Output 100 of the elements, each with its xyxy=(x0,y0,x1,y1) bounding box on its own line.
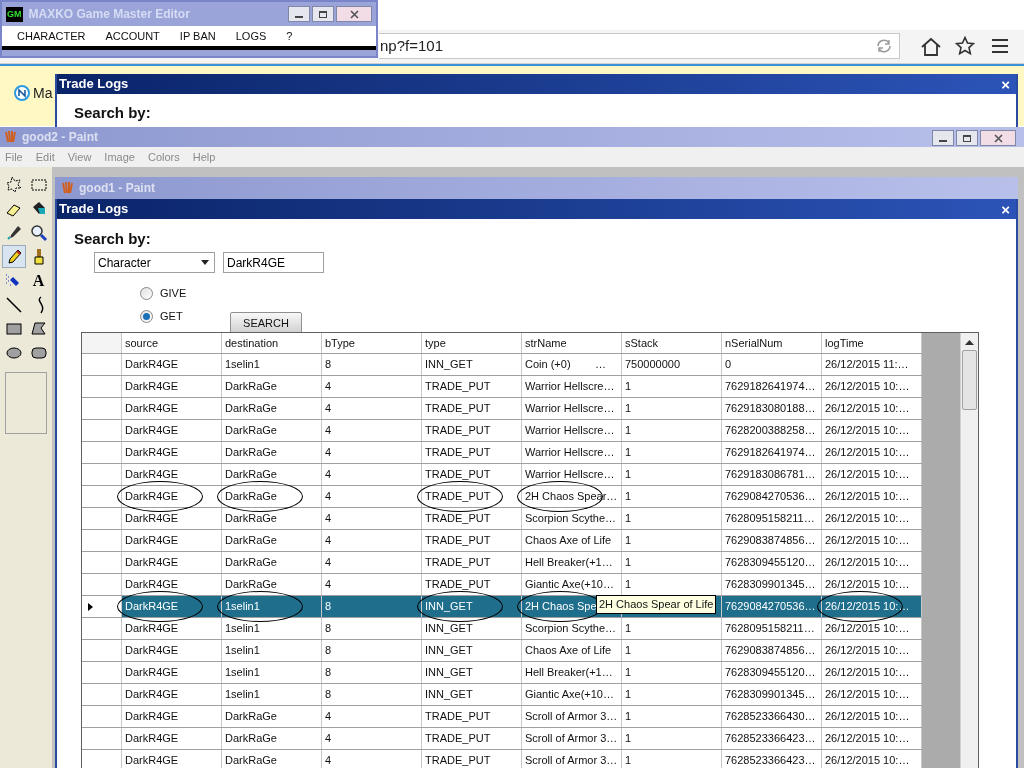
table-cell: 1 xyxy=(622,464,722,485)
table-row[interactable]: DarkR4GE DarkRaGe 4 TRADE_PUT Scroll of Armor 3… 1 7628523366423… 26/12/2015 10:… xyxy=(82,728,922,750)
table-cell: 7628200388258… xyxy=(722,420,822,441)
table-cell: Scroll of Armor 3… xyxy=(522,728,622,749)
table-row[interactable]: DarkR4GE 1selin1 8 INN_GET Hell Breaker(+1… 1 7628309455120… 26/12/2015 10:… xyxy=(82,662,922,684)
table-cell: INN_GET xyxy=(422,662,522,683)
table-row[interactable]: DarkR4GE DarkRaGe 4 TRADE_PUT Warrior Hellscre… 1 7629182641974… 26/12/2015 10:… xyxy=(82,376,922,398)
table-cell: 7629084270536… xyxy=(722,486,822,507)
table-cell: Scroll of Armor 3… xyxy=(522,750,622,768)
close-button[interactable] xyxy=(980,130,1016,146)
table-cell: 4 xyxy=(322,706,422,727)
column-header[interactable]: sStack xyxy=(625,334,658,352)
window-title: MAXKO Game Master Editor xyxy=(28,6,190,23)
table-row[interactable]: DarkR4GE DarkRaGe 4 TRADE_PUT Warrior Hellscre… 1 7629182641974… 26/12/2015 10:… xyxy=(82,442,922,464)
scroll-thumb[interactable] xyxy=(962,350,977,410)
radio-button[interactable] xyxy=(140,286,153,300)
column-header[interactable]: nSerialNum xyxy=(725,334,783,352)
scrollbar[interactable] xyxy=(960,333,978,768)
menu-item[interactable]: ACCOUNT xyxy=(105,27,160,45)
table-cell: DarkRaGe xyxy=(222,750,322,768)
close-button[interactable]: × xyxy=(1001,76,1010,92)
maximize-button[interactable] xyxy=(956,130,978,146)
minimize-button[interactable] xyxy=(288,6,310,22)
radio-button[interactable] xyxy=(140,309,153,323)
table-cell: 1 xyxy=(622,684,722,705)
magnifier-tool-icon[interactable] xyxy=(28,222,49,243)
window-title: Trade Logs xyxy=(59,75,129,94)
table-row[interactable]: DarkR4GE DarkRaGe 4 TRADE_PUT Warrior Hellscre… 1 7629183086781… 26/12/2015 10:… xyxy=(82,464,922,486)
address-field[interactable]: np?f=101 xyxy=(379,33,900,59)
scroll-up-icon[interactable] xyxy=(965,340,974,345)
home-icon[interactable] xyxy=(920,37,942,57)
table-row[interactable]: DarkR4GE DarkRaGe 4 TRADE_PUT Hell Breaker(+1… 1 7628309455120… 26/12/2015 10:… xyxy=(82,552,922,574)
table-row[interactable]: DarkR4GE DarkRaGe 4 TRADE_PUT Warrior Hellscre… 1 7628200388258… 26/12/2015 10:… xyxy=(82,420,922,442)
search-by-dropdown[interactable]: Character xyxy=(94,252,215,273)
close-button[interactable]: × xyxy=(1001,201,1010,217)
text-tool-icon[interactable]: A xyxy=(32,272,45,289)
table-cell: TRADE_PUT xyxy=(422,750,522,768)
table-row[interactable]: DarkR4GE 1selin1 8 INN_GET 2H Chaos Spe 2H Chaos Spear of Life 7629084270536… 26/12/2015 10:… xyxy=(82,596,922,618)
column-header[interactable]: strName xyxy=(525,334,567,352)
table-cell: Hell Breaker(+1… xyxy=(522,662,622,683)
table-cell: Hell Breaker(+1… xyxy=(522,552,622,573)
table-cell: 7629183080188… xyxy=(722,398,822,419)
menu-item[interactable]: CHARACTER xyxy=(17,27,86,45)
table-cell: TRADE_PUT xyxy=(422,530,522,551)
free-select-tool-icon[interactable] xyxy=(4,174,24,195)
column-header[interactable]: destination xyxy=(225,334,279,352)
menu-item[interactable]: LOGS xyxy=(235,27,267,45)
table-cell: DarkRaGe xyxy=(222,398,322,419)
column-header[interactable]: logTime xyxy=(825,334,864,352)
table-cell: TRADE_PUT xyxy=(422,420,522,441)
star-icon[interactable] xyxy=(955,36,975,56)
table-cell: 7628309455120… xyxy=(722,662,822,683)
query-field[interactable]: DarkR4GE xyxy=(223,252,324,273)
table-row[interactable]: DarkR4GE 1selin1 8 INN_GET Giantic Axe(+10… 1 7628309901345… 26/12/2015 10:… xyxy=(82,684,922,706)
column-header[interactable]: bType xyxy=(325,334,355,352)
table-row[interactable]: DarkR4GE DarkRaGe 4 TRADE_PUT 2H Chaos Spear… 1 7629084270536… 26/12/2015 10:… xyxy=(82,486,922,508)
table-cell: TRADE_PUT xyxy=(422,728,522,749)
close-button[interactable] xyxy=(336,6,372,22)
table-cell: Warrior Hellscre… xyxy=(522,464,622,485)
table-cell: INN_GET xyxy=(422,354,522,375)
table-row[interactable]: DarkR4GE DarkRaGe 4 TRADE_PUT Scorpion Scythe… 1 7628095158211… 26/12/2015 10:… xyxy=(82,508,922,530)
minimize-button[interactable] xyxy=(932,130,954,146)
table-cell: 7628095158211… xyxy=(722,618,822,639)
table-cell: Chaos Axe of Life xyxy=(522,530,622,551)
table-cell: 1selin1 xyxy=(222,618,322,639)
table-cell: 750000000 xyxy=(622,354,722,375)
reload-icon[interactable] xyxy=(875,38,893,54)
table-row[interactable]: DarkR4GE 1selin1 8 INN_GET Coin (+0) … 750000000 0 26/12/2015 11:… xyxy=(82,354,922,376)
table-row[interactable]: DarkR4GE DarkRaGe 4 TRADE_PUT Chaos Axe of Life 1 7629083874856… 26/12/2015 10:… xyxy=(82,530,922,552)
table-cell: Warrior Hellscre… xyxy=(522,420,622,441)
table-row[interactable]: DarkR4GE DarkRaGe 4 TRADE_PUT Warrior Hellscre… 1 7629183080188… 26/12/2015 10:… xyxy=(82,398,922,420)
column-header[interactable]: source xyxy=(125,334,159,352)
table-row[interactable]: DarkR4GE DarkRaGe 4 TRADE_PUT Scroll of Armor 3… 1 7628523366430… 26/12/2015 10:… xyxy=(82,706,922,728)
table-row[interactable]: DarkR4GE 1selin1 8 INN_GET Chaos Axe of Life 1 7629083874856… 26/12/2015 10:… xyxy=(82,640,922,662)
table-cell: 1selin1 xyxy=(222,596,322,617)
table-cell: 1 xyxy=(622,420,722,441)
table-cell: Warrior Hellscre… xyxy=(522,376,622,397)
line-tool-icon[interactable] xyxy=(4,294,24,315)
column-header[interactable]: type xyxy=(425,334,446,352)
menu-item[interactable]: IP BAN xyxy=(179,27,216,45)
table-cell: 26/12/2015 10:… xyxy=(822,574,922,595)
table-cell: DarkR4GE xyxy=(122,662,222,683)
tooltip: 2H Chaos Spear of Life xyxy=(596,595,717,614)
table-cell: 26/12/2015 10:… xyxy=(822,706,922,727)
maximize-button[interactable] xyxy=(312,6,334,22)
table-row[interactable]: DarkR4GE 1selin1 8 INN_GET Scorpion Scythe… 1 7628095158211… 26/12/2015 10:… xyxy=(82,618,922,640)
table-cell: Scorpion Scythe… xyxy=(522,508,622,529)
table-cell: Giantic Axe(+10… xyxy=(522,684,622,705)
table-cell: 1 xyxy=(622,662,722,683)
table-cell: DarkRaGe xyxy=(222,574,322,595)
table-cell: DarkR4GE xyxy=(122,354,222,375)
brushes-icon xyxy=(4,130,16,144)
table-cell: 8 xyxy=(322,354,422,375)
search-button[interactable]: SEARCH xyxy=(230,312,302,334)
table-cell: Scorpion Scythe… xyxy=(522,618,622,639)
table-cell: INN_GET xyxy=(422,618,522,639)
table-cell: 26/12/2015 10:… xyxy=(822,486,922,507)
menu-icon[interactable] xyxy=(991,38,1009,54)
menu-item[interactable]: ? xyxy=(286,27,293,45)
table-row[interactable]: DarkR4GE DarkRaGe 4 TRADE_PUT Scroll of Armor 3… 1 7628523366423… 26/12/2015 10:… xyxy=(82,750,922,768)
